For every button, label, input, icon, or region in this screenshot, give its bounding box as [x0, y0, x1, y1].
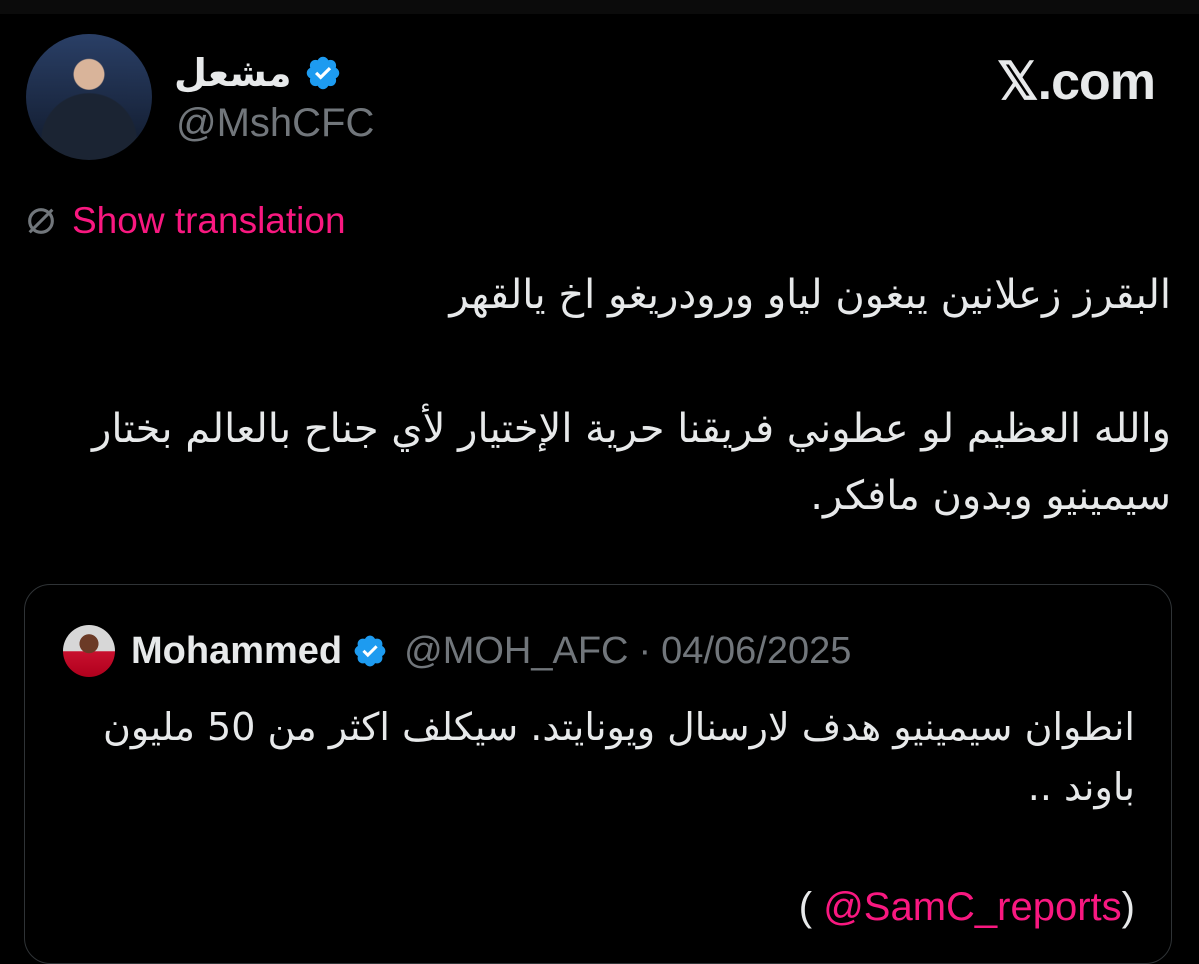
quoted-tweet-line: انطوان سيمينيو هدف لارسنال ويونايتد. سيك…	[103, 705, 1135, 809]
author-name-row[interactable]: مشعل	[174, 48, 342, 98]
tweet-line-blank	[51, 329, 1171, 396]
brand-logo: 𝕏.com	[996, 53, 1156, 111]
tweet-line: والله العظيم لو عطوني فريقنا حرية الإختي…	[92, 406, 1171, 519]
quoted-tweet-text: انطوان سيمينيو هدف لارسنال ويونايتد. سيك…	[75, 697, 1135, 937]
quoted-tweet-line-blank	[75, 817, 1135, 877]
show-translation-link[interactable]: Show translation	[24, 198, 346, 244]
author-name[interactable]: مشعل	[174, 51, 292, 95]
top-bar	[0, 0, 1199, 14]
mention-link[interactable]: @SamC_reports	[823, 885, 1121, 929]
author-avatar[interactable]	[26, 34, 152, 160]
quoted-tweet-mention-line: ( @SamC_reports)	[75, 877, 1135, 937]
tweet-line: البقرز زعلانين يبغون لياو ورودريغو اخ يا…	[449, 272, 1171, 318]
author-handle[interactable]: @MshCFC	[176, 101, 374, 146]
quoted-tweet-card[interactable]: Mohammed @MOH_AFC · 04/06/2025 انطوان سي…	[24, 584, 1172, 964]
separator-dot: ·	[638, 629, 652, 672]
quoted-author-avatar[interactable]	[63, 625, 115, 677]
verified-badge-icon	[306, 56, 339, 90]
quoted-tweet-date[interactable]: 04/06/2025	[661, 630, 851, 673]
quoted-author-name[interactable]: Mohammed	[131, 630, 342, 673]
show-translation-label[interactable]: Show translation	[72, 200, 346, 242]
quoted-author-handle[interactable]: @MOH_AFC	[404, 630, 628, 673]
mention-open-paren: (	[798, 885, 824, 929]
quoted-tweet-header: Mohammed @MOH_AFC · 04/06/2025	[63, 623, 851, 679]
tweet-text: البقرز زعلانين يبغون لياو ورودريغو اخ يا…	[51, 262, 1171, 530]
mention-close-paren: )	[1121, 885, 1135, 929]
globe-icon	[28, 208, 54, 234]
verified-badge-icon	[354, 635, 386, 667]
